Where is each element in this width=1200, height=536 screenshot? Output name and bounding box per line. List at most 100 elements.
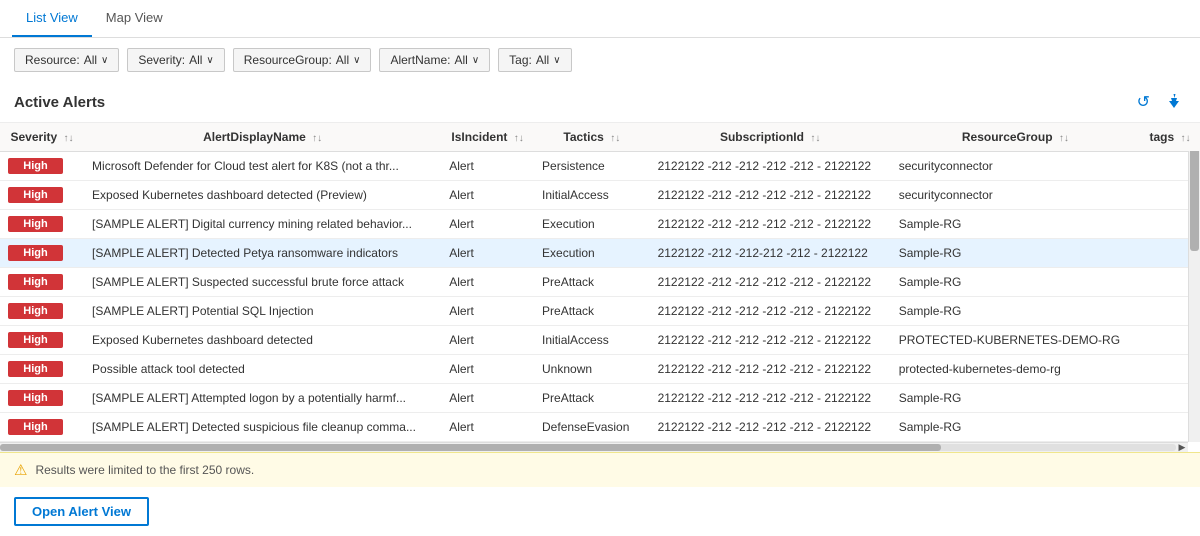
cell-resourcegroup: PROTECTED-KUBERNETES-DEMO-RG — [891, 326, 1140, 355]
table-header-row: Severity ↑↓ AlertDisplayName ↑↓ IsIncide… — [0, 123, 1200, 152]
cell-subscriptionid: 2122122 -212 -212 -212 -212 - 2122122 — [650, 326, 891, 355]
tab-map-view[interactable]: Map View — [92, 0, 177, 37]
sort-icon: ↑↓ — [1181, 133, 1191, 144]
cell-tactics: Execution — [534, 239, 650, 268]
col-alertdisplayname[interactable]: AlertDisplayName ↑↓ — [84, 123, 441, 152]
cell-severity: High — [0, 384, 84, 413]
table-row[interactable]: HighPossible attack tool detectedAlertUn… — [0, 355, 1200, 384]
cell-isincident: Alert — [441, 297, 534, 326]
cell-alertdisplayname: [SAMPLE ALERT] Detected suspicious file … — [84, 413, 441, 442]
refresh-button[interactable]: ↺ — [1133, 90, 1154, 114]
cell-alertdisplayname: [SAMPLE ALERT] Detected Petya ransomware… — [84, 239, 441, 268]
filter-severity[interactable]: Severity: All ∨ — [127, 48, 224, 72]
filter-resourcegroup[interactable]: ResourceGroup: All ∨ — [233, 48, 372, 72]
severity-badge: High — [8, 187, 63, 203]
cell-subscriptionid: 2122122 -212 -212 -212 -212 - 2122122 — [650, 355, 891, 384]
chevron-icon: ∨ — [553, 55, 560, 66]
table-container[interactable]: Severity ↑↓ AlertDisplayName ↑↓ IsIncide… — [0, 122, 1200, 442]
filter-tag[interactable]: Tag: All ∨ — [498, 48, 571, 72]
cell-subscriptionid: 2122122 -212 -212 -212 -212 - 2122122 — [650, 413, 891, 442]
sort-icon: ↑↓ — [610, 133, 620, 144]
chevron-icon: ∨ — [206, 55, 213, 66]
cell-tactics: Execution — [534, 210, 650, 239]
sort-icon: ↑↓ — [64, 133, 74, 144]
cell-subscriptionid: 2122122 -212 -212 -212 -212 - 2122122 — [650, 297, 891, 326]
cell-isincident: Alert — [441, 239, 534, 268]
col-tags[interactable]: tags ↑↓ — [1140, 123, 1200, 152]
filter-resource[interactable]: Resource: All ∨ — [14, 48, 119, 72]
horizontal-scrollbar[interactable]: ▶ — [0, 442, 1188, 452]
severity-badge: High — [8, 245, 63, 261]
cell-alertdisplayname: [SAMPLE ALERT] Digital currency mining r… — [84, 210, 441, 239]
table-row[interactable]: HighMicrosoft Defender for Cloud test al… — [0, 152, 1200, 181]
cell-subscriptionid: 2122122 -212 -212 -212 -212 - 2122122 — [650, 384, 891, 413]
col-severity[interactable]: Severity ↑↓ — [0, 123, 84, 152]
scrollbar-thumb[interactable] — [0, 444, 941, 451]
cell-isincident: Alert — [441, 268, 534, 297]
severity-badge: High — [8, 332, 63, 348]
cell-subscriptionid: 2122122 -212 -212 -212 -212 - 2122122 — [650, 181, 891, 210]
chevron-icon: ∨ — [353, 55, 360, 66]
cell-alertdisplayname: Possible attack tool detected — [84, 355, 441, 384]
scroll-right-arrow[interactable]: ▶ — [1176, 443, 1188, 452]
cell-severity: High — [0, 239, 84, 268]
cell-isincident: Alert — [441, 152, 534, 181]
cell-tactics: InitialAccess — [534, 326, 650, 355]
table-row[interactable]: High [SAMPLE ALERT] Detected Petya ransom… — [0, 239, 1200, 268]
cell-resourcegroup: Sample-RG — [891, 268, 1140, 297]
cell-severity: High — [0, 413, 84, 442]
cell-tactics: PreAttack — [534, 268, 650, 297]
section-header: Active Alerts ↺ — [0, 82, 1200, 122]
cell-subscriptionid: 2122122 -212 -212 -212 -212 - 2122122 — [650, 210, 891, 239]
open-alert-view-button[interactable]: Open Alert View — [14, 497, 149, 526]
cell-alertdisplayname: Exposed Kubernetes dashboard detected (P… — [84, 181, 441, 210]
cell-subscriptionid: 2122122 -212 -212 -212 -212 - 2122122 — [650, 268, 891, 297]
cell-tactics: InitialAccess — [534, 181, 650, 210]
cell-tactics: DefenseEvasion — [534, 413, 650, 442]
severity-badge: High — [8, 390, 63, 406]
cell-isincident: Alert — [441, 210, 534, 239]
scrollbar-track — [0, 444, 1176, 451]
filter-alertname[interactable]: AlertName: All ∨ — [379, 48, 490, 72]
cell-subscriptionid: 2122122 -212 -212 -212 -212 - 2122122 — [650, 152, 891, 181]
cell-severity: High — [0, 355, 84, 384]
top-tabs-bar: List View Map View — [0, 0, 1200, 38]
table-row[interactable]: High Exposed Kubernetes dashboard detecte… — [0, 181, 1200, 210]
cell-tactics: Unknown — [534, 355, 650, 384]
cell-resourcegroup: Sample-RG — [891, 384, 1140, 413]
table-row[interactable]: High [SAMPLE ALERT] Suspected successful … — [0, 268, 1200, 297]
cell-isincident: Alert — [441, 413, 534, 442]
table-row[interactable]: High [SAMPLE ALERT] Detected suspicious f… — [0, 413, 1200, 442]
cell-isincident: Alert — [441, 181, 534, 210]
table-row[interactable]: High[SAMPLE ALERT] Potential SQL Injecti… — [0, 297, 1200, 326]
sort-icon: ↑↓ — [810, 133, 820, 144]
severity-badge: High — [8, 419, 63, 435]
table-row[interactable]: High[SAMPLE ALERT] Attempted logon by a … — [0, 384, 1200, 413]
filter-bar: Resource: All ∨ Severity: All ∨ Resource… — [0, 38, 1200, 82]
table-row[interactable]: HighExposed Kubernetes dashboard detecte… — [0, 326, 1200, 355]
cell-isincident: Alert — [441, 384, 534, 413]
col-subscriptionid[interactable]: SubscriptionId ↑↓ — [650, 123, 891, 152]
cell-severity: High — [0, 181, 84, 210]
cell-resourcegroup: protected-kubernetes-demo-rg — [891, 355, 1140, 384]
cell-alertdisplayname: [SAMPLE ALERT] Suspected successful brut… — [84, 268, 441, 297]
cell-alertdisplayname: Microsoft Defender for Cloud test alert … — [84, 152, 441, 181]
cell-resourcegroup: Sample-RG — [891, 297, 1140, 326]
col-tactics[interactable]: Tactics ↑↓ — [534, 123, 650, 152]
severity-badge: High — [8, 361, 63, 377]
tab-list-view[interactable]: List View — [12, 0, 92, 37]
pin-button[interactable] — [1162, 90, 1186, 114]
severity-badge: High — [8, 274, 63, 290]
warning-text: Results were limited to the first 250 ro… — [35, 463, 254, 477]
cell-severity: High — [0, 152, 84, 181]
footer-action-bar: Open Alert View — [0, 487, 1200, 536]
chevron-icon: ∨ — [472, 55, 479, 66]
cell-severity: High — [0, 210, 84, 239]
cell-tactics: PreAttack — [534, 384, 650, 413]
col-resourcegroup[interactable]: ResourceGroup ↑↓ — [891, 123, 1140, 152]
warning-icon: ⚠ — [14, 461, 27, 479]
table-row[interactable]: High[SAMPLE ALERT] Digital currency mini… — [0, 210, 1200, 239]
col-isincident[interactable]: IsIncident ↑↓ — [441, 123, 534, 152]
cell-alertdisplayname: [SAMPLE ALERT] Potential SQL Injection — [84, 297, 441, 326]
vertical-scrollbar[interactable] — [1188, 123, 1200, 442]
